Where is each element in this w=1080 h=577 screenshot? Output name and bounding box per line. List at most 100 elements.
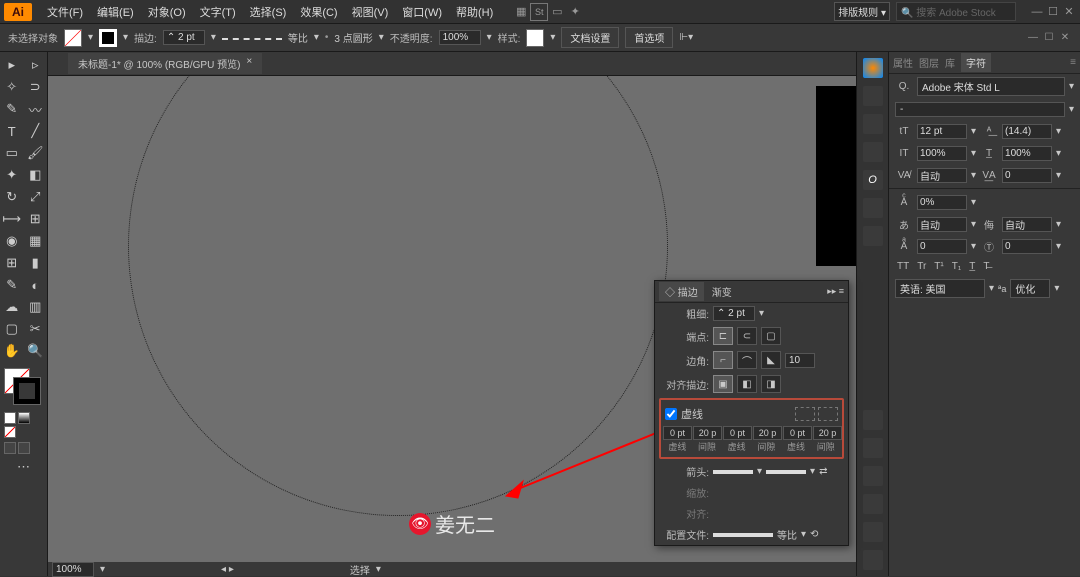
properties-tab[interactable]: 属性 xyxy=(893,55,913,70)
direct-selection-tool[interactable]: ▹ xyxy=(24,54,48,76)
color-mode-btn[interactable] xyxy=(4,412,16,424)
pen-tool[interactable]: ✎ xyxy=(0,98,24,120)
brush-preset-label[interactable]: 3 点圆形 xyxy=(334,30,372,45)
underline-btn[interactable]: T̲ xyxy=(969,261,975,272)
weight-input[interactable]: ⌃ 2 pt xyxy=(713,306,755,321)
doc-max-icon[interactable]: ☐ xyxy=(1042,31,1056,45)
subscript-btn[interactable]: T₁ xyxy=(952,261,961,272)
layers-panel-icon[interactable] xyxy=(863,410,883,430)
artboards-panel-icon[interactable] xyxy=(863,466,883,486)
gap2-input[interactable] xyxy=(753,426,782,440)
appearance-panel-icon[interactable] xyxy=(863,198,883,218)
stroke-weight-input[interactable]: ⌃ 2 pt xyxy=(163,30,205,45)
menu-type[interactable]: 文字(T) xyxy=(193,2,243,22)
line-tool[interactable]: ╱ xyxy=(24,120,48,142)
dash3-input[interactable] xyxy=(783,426,812,440)
color-panel-icon[interactable] xyxy=(863,58,883,78)
character-tab[interactable]: 字符 xyxy=(961,53,991,72)
baseline-input[interactable] xyxy=(917,195,967,210)
align-icon[interactable]: ⊩▾ xyxy=(679,32,693,43)
menu-view[interactable]: 视图(V) xyxy=(345,2,396,22)
tsume-input[interactable] xyxy=(917,217,967,232)
rotation-input[interactable] xyxy=(1002,239,1052,254)
rotate-tool[interactable]: ↻ xyxy=(0,186,24,208)
shaper-tool[interactable]: ✦ xyxy=(0,164,24,186)
screen-mode2-btn[interactable] xyxy=(18,442,30,454)
language-select[interactable]: 英语: 美国 xyxy=(895,279,985,298)
selection-tool[interactable]: ▸ xyxy=(0,54,24,76)
zoom-input[interactable]: 100% xyxy=(52,562,94,577)
kerning-input[interactable] xyxy=(917,168,967,183)
doc-close-icon[interactable]: ✕ xyxy=(1058,31,1072,45)
document-tab[interactable]: 未标题-1* @ 100% (RGB/GPU 预览) × xyxy=(68,53,262,74)
cap-butt-btn[interactable]: ⊏ xyxy=(713,327,733,345)
graph-tool[interactable]: ▥ xyxy=(24,296,48,318)
corner-miter-btn[interactable]: ⌐ xyxy=(713,351,733,369)
asset-export-icon[interactable] xyxy=(863,438,883,458)
dash1-input[interactable] xyxy=(663,426,692,440)
font-size-input[interactable] xyxy=(917,124,967,139)
cap-square-btn[interactable]: ▢ xyxy=(761,327,781,345)
gap3-input[interactable] xyxy=(813,426,842,440)
corner-round-btn[interactable]: ⌒ xyxy=(737,351,757,369)
arrange-icon[interactable]: ▭ xyxy=(548,3,566,21)
prefs-button[interactable]: 首选项 xyxy=(625,27,673,48)
stroke-swatch[interactable] xyxy=(99,29,117,47)
stroke-panel-icon[interactable]: O xyxy=(863,170,883,190)
corner-bevel-btn[interactable]: ◣ xyxy=(761,351,781,369)
free-transform-tool[interactable]: ⊞ xyxy=(24,208,48,230)
artboard-tool[interactable]: ▢ xyxy=(0,318,24,340)
gap1-input[interactable] xyxy=(693,426,722,440)
properties-panel-icon[interactable] xyxy=(863,522,883,542)
vscale-input[interactable] xyxy=(917,146,967,161)
dash-align-btn[interactable] xyxy=(818,407,838,421)
stroke-tab[interactable]: ◇ 描边 xyxy=(659,282,704,301)
gpu-icon[interactable]: ✦ xyxy=(566,3,584,21)
swatches-panel-icon[interactable] xyxy=(863,86,883,106)
stroke-style-preview[interactable] xyxy=(222,38,282,44)
hscale-input[interactable] xyxy=(1002,146,1052,161)
dash2-input[interactable] xyxy=(723,426,752,440)
st-icon[interactable]: St xyxy=(530,3,548,21)
arrow-start-dropdown[interactable] xyxy=(713,470,753,474)
lasso-tool[interactable]: ⊃ xyxy=(24,76,48,98)
scale-tool[interactable]: ⤢ xyxy=(24,186,48,208)
eyedropper-tool[interactable]: ✎ xyxy=(0,274,24,296)
menu-effect[interactable]: 效果(C) xyxy=(293,2,344,22)
brush-tool[interactable]: 🖌 xyxy=(24,142,48,164)
bridge-icon[interactable]: ▦ xyxy=(512,3,530,21)
menu-object[interactable]: 对象(O) xyxy=(141,2,193,22)
menu-select[interactable]: 选择(S) xyxy=(243,2,294,22)
font-family-select[interactable]: Adobe 宋体 Std L xyxy=(917,77,1065,96)
stock-search[interactable]: 🔍 搜索 Adobe Stock xyxy=(896,2,1016,21)
eraser-tool[interactable]: ◧ xyxy=(24,164,48,186)
menu-edit[interactable]: 编辑(E) xyxy=(90,2,141,22)
min-icon[interactable]: — xyxy=(1030,5,1044,19)
slice-tool[interactable]: ✂ xyxy=(24,318,48,340)
edit-toolbox-btn[interactable]: ⋯ xyxy=(0,456,47,478)
curvature-tool[interactable]: 〰 xyxy=(24,98,48,120)
close-icon[interactable]: ✕ xyxy=(1062,5,1076,19)
allcaps-btn[interactable]: TT xyxy=(897,261,909,272)
none-mode-btn[interactable] xyxy=(4,426,16,438)
doc-setup-button[interactable]: 文档设置 xyxy=(561,27,619,48)
symbol-tool[interactable]: ☁ xyxy=(0,296,24,318)
screen-mode-btn[interactable] xyxy=(4,442,16,454)
rectangle-tool[interactable]: ▭ xyxy=(0,142,24,164)
document-tab-close-icon[interactable]: × xyxy=(246,56,252,71)
hand-tool[interactable]: ✋ xyxy=(0,340,24,362)
align-inside-btn[interactable]: ◧ xyxy=(737,375,757,393)
leading-input[interactable] xyxy=(1002,124,1052,139)
max-icon[interactable]: ☐ xyxy=(1046,5,1060,19)
align-panel-icon[interactable] xyxy=(863,550,883,570)
menu-file[interactable]: 文件(F) xyxy=(40,2,90,22)
tracking-input[interactable] xyxy=(1002,168,1052,183)
symbols-panel-icon[interactable] xyxy=(863,142,883,162)
gradient-mode-btn[interactable] xyxy=(18,412,30,424)
blend-tool[interactable]: ◐ xyxy=(24,274,48,296)
libraries-panel-icon[interactable] xyxy=(863,494,883,514)
aki-input[interactable] xyxy=(1002,217,1052,232)
libraries-tab[interactable]: 库 xyxy=(945,55,955,70)
layers-tab[interactable]: 图层 xyxy=(919,55,939,70)
workspace-dropdown[interactable]: 排版规则 ▾ xyxy=(834,2,890,21)
